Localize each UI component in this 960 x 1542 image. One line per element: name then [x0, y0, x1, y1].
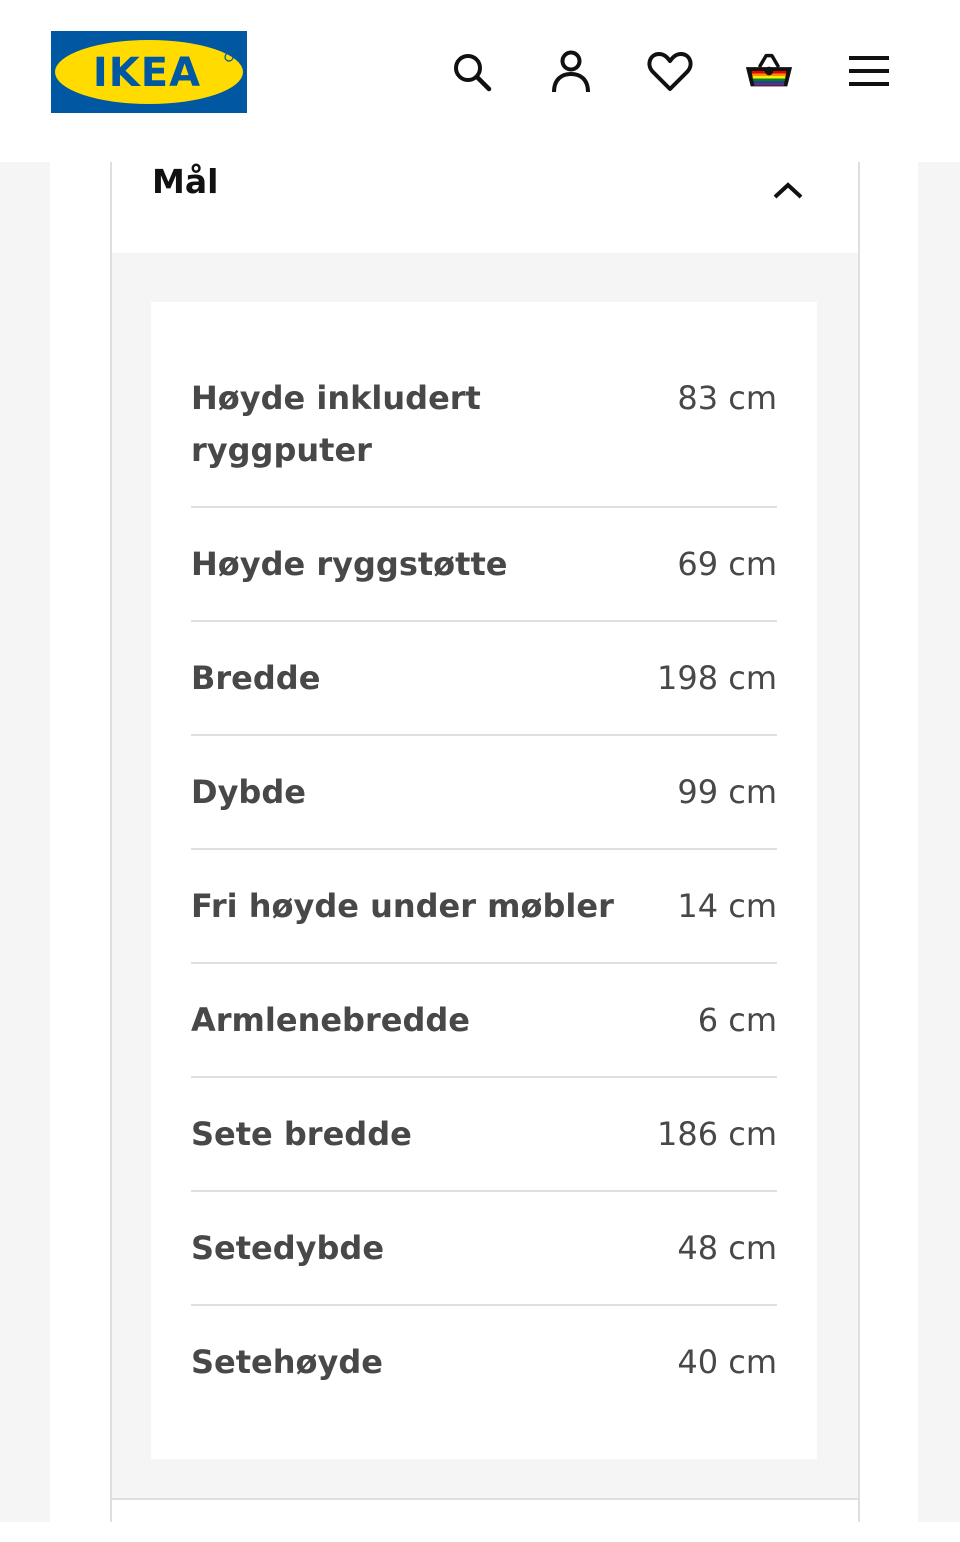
search-icon [454, 54, 492, 92]
ikea-logo-text: IKEA [93, 50, 201, 96]
ikea-logo-mark: IKEA [51, 31, 247, 113]
heart-icon [647, 52, 693, 91]
dimension-row: Setedybde 48 cm [191, 1192, 777, 1306]
page-background-left [0, 162, 50, 1522]
dimension-row: Setehøyde 40 cm [191, 1306, 777, 1420]
basket-button[interactable] [744, 46, 794, 96]
ikea-logo[interactable]: IKEA [51, 31, 247, 113]
dimension-row: Høyde ryggstøtte 69 cm [191, 508, 777, 622]
dimension-value: 6 cm [697, 1001, 777, 1039]
chevron-up-icon [773, 182, 803, 199]
dimension-label: Bredde [191, 659, 321, 697]
dimension-value: 99 cm [677, 773, 777, 811]
dimension-label: Sete bredde [191, 1115, 412, 1153]
section-title: Mål [152, 162, 219, 201]
dimension-value: 48 cm [677, 1229, 777, 1267]
page-bottom-edge [0, 1522, 960, 1542]
dimension-value: 69 cm [677, 545, 777, 583]
dimension-label: Setehøyde [191, 1343, 383, 1381]
dimension-label: Fri høyde under møbler [191, 887, 614, 925]
dimension-label: Dybde [191, 773, 306, 811]
dimension-row: Sete bredde 186 cm [191, 1078, 777, 1192]
dimension-label: Høyde inkludert ryggputer [191, 379, 481, 469]
dimension-value: 186 cm [656, 1115, 777, 1153]
dimension-value: 40 cm [677, 1343, 777, 1381]
dimension-value: 198 cm [656, 659, 777, 697]
dimension-row: Dybde 99 cm [191, 736, 777, 850]
dimension-row: Høyde inkludert ryggputer 83 cm [191, 342, 777, 508]
dimensions-accordion: Mål Høyde inkludert ryggputer 83 cm Høyd… [110, 162, 860, 1522]
site-header: IKEA [0, 0, 960, 162]
dimensions-table: Høyde inkludert ryggputer 83 cm Høyde ry… [151, 302, 817, 1459]
dimension-value: 83 cm [677, 379, 777, 417]
dimension-label: Høyde ryggstøtte [191, 545, 508, 583]
dimension-row: Fri høyde under møbler 14 cm [191, 850, 777, 964]
account-icon [552, 50, 590, 93]
menu-button[interactable] [844, 46, 894, 96]
basket-icon [745, 53, 793, 87]
dimension-label: Armlenebredde [191, 1001, 470, 1039]
next-section-start [112, 1500, 858, 1522]
dimension-row: Armlenebredde 6 cm [191, 964, 777, 1078]
collapse-button[interactable] [768, 170, 808, 210]
dimensions-accordion-header[interactable]: Mål [112, 162, 858, 253]
search-button[interactable] [446, 46, 496, 96]
favourites-button[interactable] [645, 46, 695, 96]
menu-icon [849, 56, 889, 86]
dimension-value: 14 cm [677, 887, 777, 925]
dimension-label: Setedybde [191, 1229, 385, 1267]
dimension-row: Bredde 198 cm [191, 622, 777, 736]
page-background-right [918, 162, 960, 1522]
account-button[interactable] [546, 46, 596, 96]
